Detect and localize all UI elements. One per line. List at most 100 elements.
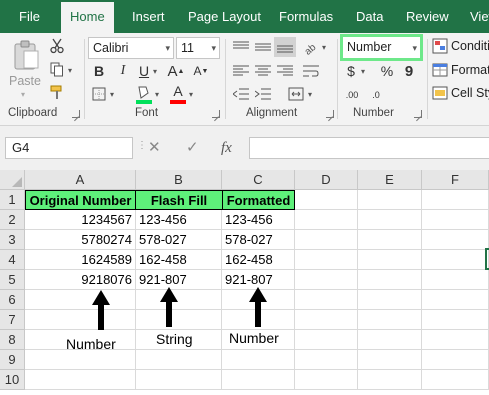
empty-cell[interactable] — [136, 350, 222, 370]
format-painter-icon[interactable] — [48, 83, 66, 101]
cut-icon[interactable] — [48, 37, 66, 55]
empty-cell[interactable] — [222, 370, 295, 390]
row-header-3[interactable]: 3 — [0, 230, 25, 250]
table-cell[interactable]: 162-458 — [136, 250, 222, 270]
empty-cell[interactable] — [422, 210, 489, 230]
empty-cell[interactable] — [295, 270, 358, 290]
grow-font-button[interactable]: A ▲ — [166, 61, 186, 81]
increase-indent-icon[interactable] — [252, 84, 274, 104]
conditional-formatting-icon[interactable] — [431, 37, 449, 55]
empty-cell[interactable] — [422, 370, 489, 390]
paste-icon[interactable] — [9, 38, 43, 72]
empty-cell[interactable] — [295, 330, 358, 350]
empty-cell[interactable] — [295, 190, 358, 210]
conditional-formatting-label[interactable]: Conditi — [451, 39, 489, 53]
font-size-select[interactable]: 11 ▾ — [176, 37, 220, 59]
table-cell[interactable]: 5780274 — [25, 230, 136, 250]
enter-icon[interactable]: ✓ — [186, 137, 199, 159]
empty-cell[interactable] — [358, 370, 422, 390]
header-cell-flash-fill[interactable]: Flash Fill — [135, 190, 223, 210]
tab-view[interactable]: View — [470, 0, 489, 33]
empty-cell[interactable] — [358, 230, 422, 250]
table-cell[interactable]: 578-027 — [136, 230, 222, 250]
orientation-icon[interactable]: ab — [300, 37, 320, 57]
percent-button[interactable]: % — [378, 61, 396, 81]
empty-cell[interactable] — [422, 330, 489, 350]
column-header-d[interactable]: D — [295, 170, 358, 190]
row-header-6[interactable]: 6 — [0, 290, 25, 310]
empty-cell[interactable] — [422, 250, 489, 270]
format-as-table-label[interactable]: Format — [451, 63, 489, 77]
empty-cell[interactable] — [358, 190, 422, 210]
empty-cell[interactable] — [295, 230, 358, 250]
empty-cell[interactable] — [222, 350, 295, 370]
row-header-9[interactable]: 9 — [0, 350, 25, 370]
fill-color-icon[interactable] — [134, 83, 154, 105]
format-as-table-icon[interactable] — [431, 61, 449, 79]
row-header-8[interactable]: 8 — [0, 330, 25, 350]
empty-cell[interactable] — [358, 210, 422, 230]
copy-icon[interactable] — [46, 60, 68, 78]
tab-data[interactable]: Data — [356, 0, 383, 33]
empty-cell[interactable] — [358, 310, 422, 330]
empty-cell[interactable] — [295, 250, 358, 270]
empty-cell[interactable] — [422, 230, 489, 250]
cell-styles-icon[interactable] — [431, 84, 449, 102]
paste-label[interactable]: Paste — [9, 74, 41, 88]
align-bottom-icon[interactable] — [274, 37, 296, 57]
column-header-a[interactable]: A — [25, 170, 136, 190]
fill-color-dropdown-icon[interactable]: ▾ — [155, 90, 159, 99]
paste-dropdown-icon[interactable]: ▾ — [21, 90, 25, 99]
font-name-select[interactable]: Calibri ▾ — [88, 37, 174, 59]
table-cell[interactable]: 1234567 — [25, 210, 136, 230]
row-header-2[interactable]: 2 — [0, 210, 25, 230]
empty-cell[interactable] — [422, 290, 489, 310]
align-middle-icon[interactable] — [252, 37, 274, 57]
empty-cell[interactable] — [136, 370, 222, 390]
empty-cell[interactable] — [422, 190, 489, 210]
table-cell[interactable]: 123-456 — [136, 210, 222, 230]
tab-insert[interactable]: Insert — [132, 0, 165, 33]
table-cell[interactable]: 9218076 — [25, 270, 136, 290]
empty-cell[interactable] — [358, 250, 422, 270]
tab-formulas[interactable]: Formulas — [279, 0, 333, 33]
orientation-dropdown-icon[interactable]: ▾ — [322, 43, 326, 52]
row-header-4[interactable]: 4 — [0, 250, 25, 270]
header-cell-formatted[interactable]: Formatted — [222, 190, 295, 210]
empty-cell[interactable] — [295, 350, 358, 370]
column-header-c[interactable]: C — [222, 170, 295, 190]
empty-cell[interactable] — [136, 310, 222, 330]
table-cell[interactable]: 578-027 — [222, 230, 295, 250]
clipboard-launcher-icon[interactable] — [72, 110, 80, 118]
table-cell[interactable]: 921-807 — [136, 270, 222, 290]
italic-button[interactable]: I — [113, 61, 133, 81]
insert-function-icon[interactable]: fx — [221, 137, 232, 159]
empty-cell[interactable] — [25, 310, 136, 330]
tab-review[interactable]: Review — [406, 0, 449, 33]
align-top-icon[interactable] — [230, 37, 252, 57]
name-box[interactable]: G4 — [5, 137, 133, 159]
row-header-5[interactable]: 5 — [0, 270, 25, 290]
shrink-font-button[interactable]: A ▼ — [191, 61, 211, 81]
header-cell-original-number[interactable]: Original Number — [25, 190, 136, 210]
currency-button[interactable]: $ — [342, 61, 360, 81]
currency-dropdown-icon[interactable]: ▾ — [361, 67, 365, 76]
row-header-1[interactable]: 1 — [0, 190, 25, 210]
align-left-icon[interactable] — [230, 61, 252, 81]
cell-styles-label[interactable]: Cell Sty — [451, 86, 489, 100]
borders-dropdown-icon[interactable]: ▾ — [110, 90, 114, 99]
merge-dropdown-icon[interactable]: ▾ — [308, 90, 312, 99]
select-all-button[interactable] — [0, 170, 25, 190]
wrap-text-icon[interactable] — [300, 61, 322, 81]
empty-cell[interactable] — [358, 270, 422, 290]
empty-cell[interactable] — [295, 290, 358, 310]
empty-cell[interactable] — [358, 290, 422, 310]
empty-cell[interactable] — [136, 290, 222, 310]
empty-cell[interactable] — [422, 350, 489, 370]
decrease-indent-icon[interactable] — [230, 84, 252, 104]
number-launcher-icon[interactable] — [414, 110, 422, 118]
empty-cell[interactable] — [358, 350, 422, 370]
alignment-launcher-icon[interactable] — [326, 110, 334, 118]
empty-cell[interactable] — [422, 310, 489, 330]
font-color-dropdown-icon[interactable]: ▾ — [189, 90, 193, 99]
